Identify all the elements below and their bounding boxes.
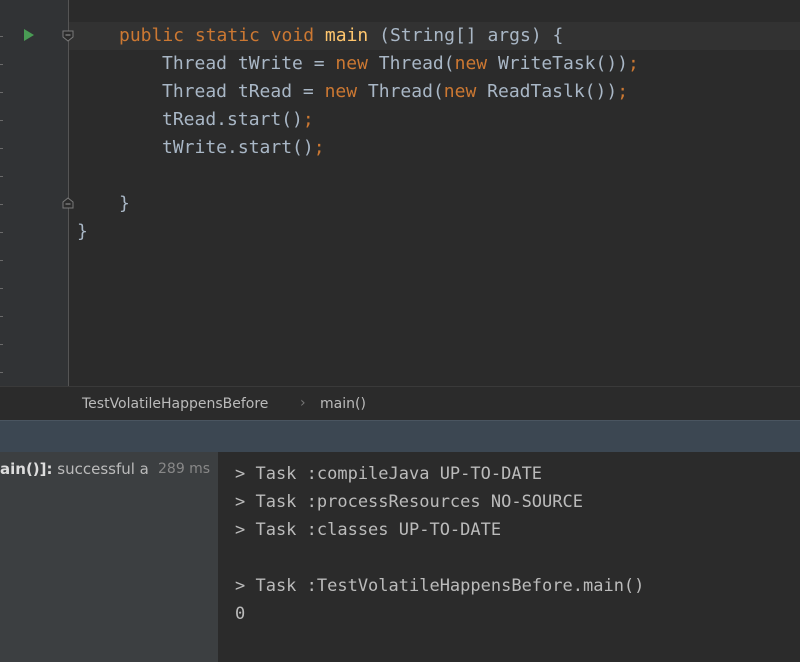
console-line: 0 bbox=[235, 604, 246, 624]
console-line: > Task :TestVolatileHappensBefore.main() bbox=[235, 576, 645, 596]
run-tree-item[interactable]: ain()]: successful a bbox=[0, 458, 149, 480]
console-output[interactable]: > Task :compileJava UP-TO-DATE > Task :p… bbox=[219, 452, 800, 662]
code-token: new bbox=[454, 53, 498, 74]
gutter-mark bbox=[0, 176, 3, 177]
gutter-mark bbox=[0, 372, 3, 373]
breadcrumb-method[interactable]: main() bbox=[320, 396, 366, 412]
code-line[interactable]: Thread tWrite = new Thread(new WriteTask… bbox=[162, 50, 639, 78]
code-token: ; bbox=[302, 109, 314, 130]
gutter-mark bbox=[0, 288, 3, 289]
gutter-mark bbox=[0, 92, 3, 93]
gutter-mark bbox=[0, 232, 3, 233]
code-line[interactable]: Thread tRead = new Thread(new ReadTaslk(… bbox=[162, 78, 628, 106]
code-token: ; bbox=[313, 137, 325, 158]
code-token: public static void bbox=[119, 25, 325, 46]
code-line[interactable]: public static void main (String[] args) … bbox=[119, 22, 563, 50]
code-token: new bbox=[324, 81, 368, 102]
gutter-mark bbox=[0, 260, 3, 261]
gutter-mark bbox=[0, 36, 3, 37]
run-gutter-icon[interactable] bbox=[24, 29, 34, 41]
run-tree-panel[interactable]: ain()]: successful a 289 ms bbox=[0, 452, 218, 662]
gutter-mark bbox=[0, 344, 3, 345]
code-token: WriteTask()) bbox=[497, 53, 629, 74]
code-line[interactable]: tRead.start(); bbox=[162, 106, 314, 134]
run-toolbar bbox=[0, 420, 800, 452]
code-token: ; bbox=[628, 53, 639, 74]
gutter-mark bbox=[0, 148, 3, 149]
gutter-mark bbox=[0, 316, 3, 317]
code-line[interactable]: } bbox=[119, 190, 130, 218]
run-status: successful a bbox=[52, 460, 149, 478]
console-line: > Task :processResources NO-SOURCE bbox=[235, 492, 583, 512]
code-token: } bbox=[77, 221, 88, 242]
code-token: Thread( bbox=[367, 81, 444, 102]
breadcrumb: TestVolatileHappensBefore › main() bbox=[0, 386, 800, 420]
gutter-divider bbox=[68, 0, 69, 386]
run-duration: 289 ms bbox=[156, 458, 211, 480]
fold-collapse-icon[interactable] bbox=[62, 30, 74, 42]
breadcrumb-separator-icon: › bbox=[300, 395, 306, 411]
breadcrumb-class[interactable]: TestVolatileHappensBefore bbox=[82, 396, 268, 412]
code-line[interactable]: } bbox=[77, 218, 88, 246]
code-token: main bbox=[324, 25, 369, 46]
code-token: new bbox=[335, 53, 379, 74]
console-line: > Task :classes UP-TO-DATE bbox=[235, 520, 502, 540]
code-token: (String[] args) { bbox=[368, 25, 564, 46]
gutter-mark bbox=[0, 64, 3, 65]
code-token: tWrite.start() bbox=[162, 137, 314, 158]
run-task-name: ain()]: bbox=[0, 460, 53, 478]
code-editor[interactable]: public static void main (String[] args) … bbox=[0, 0, 800, 386]
code-token: tRead.start() bbox=[162, 109, 303, 130]
code-token: ; bbox=[617, 81, 629, 102]
editor-gutter[interactable] bbox=[0, 0, 68, 386]
console-line: > Task :compileJava UP-TO-DATE bbox=[235, 464, 543, 484]
gutter-mark bbox=[0, 204, 3, 205]
code-token: Thread tRead = bbox=[162, 81, 325, 102]
code-line[interactable]: tWrite.start(); bbox=[162, 134, 325, 162]
code-token: } bbox=[119, 193, 130, 214]
code-token: Thread( bbox=[378, 53, 455, 74]
fold-end-icon[interactable] bbox=[62, 197, 74, 209]
code-token: ReadTaslk()) bbox=[487, 81, 618, 102]
gutter-mark bbox=[0, 120, 3, 121]
code-token: new bbox=[443, 81, 488, 102]
code-token: Thread tWrite = bbox=[162, 53, 336, 74]
